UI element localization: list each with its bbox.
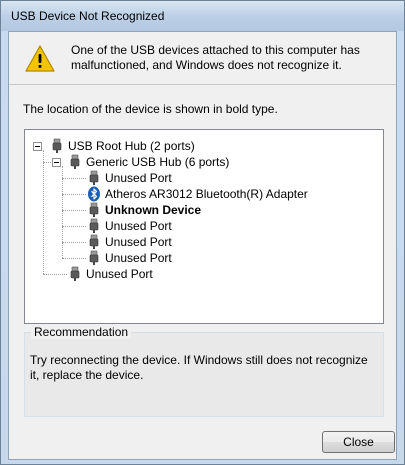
dialog-window: USB Device Not Recognized One of the USB… [0,0,405,465]
usb-plug-icon [89,218,99,233]
usb-plug-icon [89,202,99,217]
warning-icon [25,45,55,72]
tree-line [62,178,86,179]
location-hint: The location of the device is shown in b… [23,102,278,116]
bluetooth-icon [88,186,100,202]
usb-plug-icon [89,234,99,249]
usb-plug-icon [70,266,80,281]
tree-line [62,226,86,227]
usb-plug-icon [52,138,62,153]
collapse-hub-button[interactable] [52,158,61,167]
tree-line [62,210,86,211]
tree-line [43,274,67,275]
tree-line [62,242,86,243]
title-bar[interactable]: USB Device Not Recognized [1,1,404,31]
recommendation-group: Recommendation Try reconnecting the devi… [24,325,384,417]
recommendation-title: Recommendation [31,325,132,339]
error-message: One of the USB devices attached to this … [71,43,360,72]
separator [9,84,396,85]
device-tree[interactable]: USB Root Hub (2 ports) Generic USB Hub (… [24,129,384,324]
dialog-body: One of the USB devices attached to this … [8,31,397,460]
usb-plug-icon [70,154,80,169]
tree-line [43,150,44,274]
tree-line [62,194,86,195]
usb-plug-icon [89,170,99,185]
tree-line [62,166,63,258]
tree-line [62,258,86,259]
window-title: USB Device Not Recognized [11,9,165,23]
close-button[interactable]: Close [322,431,395,453]
recommendation-text: Try reconnecting the device. If Windows … [30,353,368,382]
usb-plug-icon [89,250,99,265]
collapse-root-button[interactable] [33,142,42,151]
